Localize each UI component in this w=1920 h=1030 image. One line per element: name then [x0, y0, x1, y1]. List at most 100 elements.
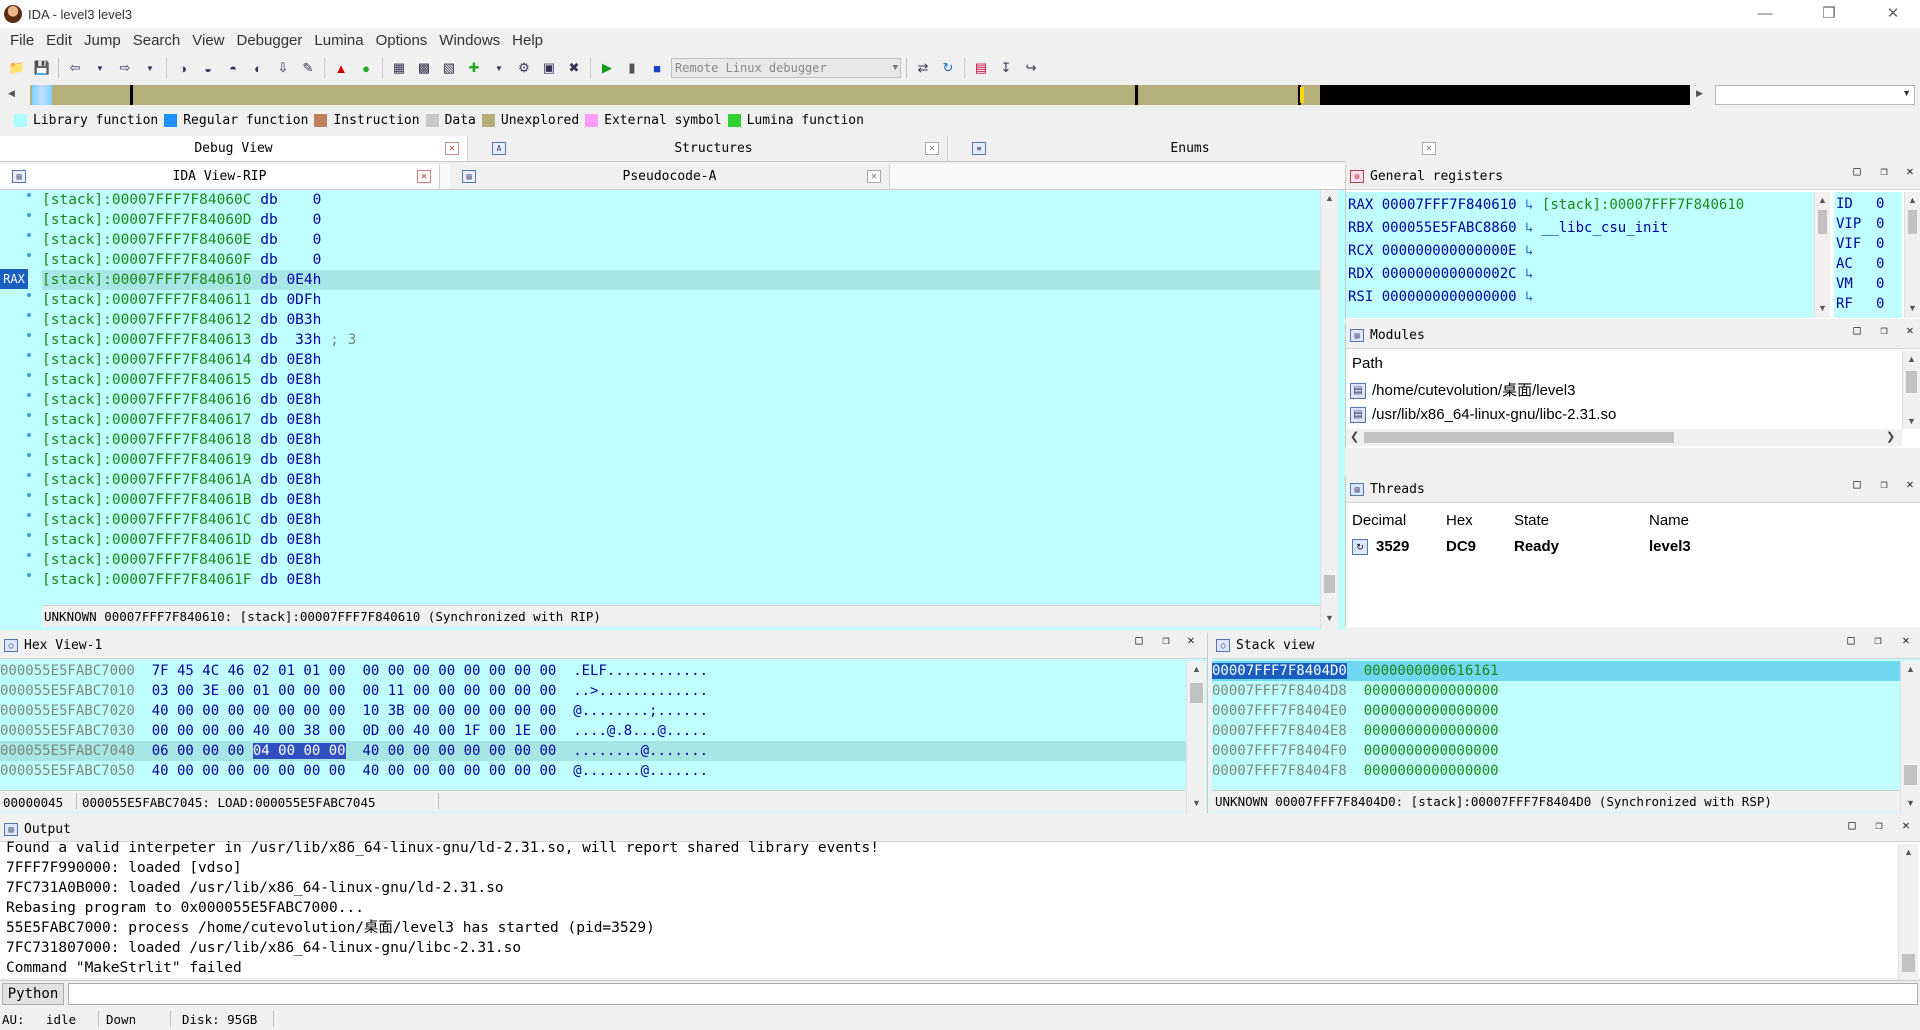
plugin-icon[interactable]: ✚: [463, 57, 485, 79]
hex-row[interactable]: 000055E5FABC7010 03 00 3E 00 01 00 00 00…: [0, 681, 1186, 701]
code-line[interactable]: [stack]:00007FFF7F840615 db 0E8h: [42, 370, 1320, 390]
create-function-icon[interactable]: ▦: [388, 57, 410, 79]
modules-list[interactable]: ▤ /home/cutevolution/桌面/level3 ▤ /usr/lib/x…: [1350, 379, 1900, 427]
breakpoint-dot[interactable]: [27, 353, 31, 357]
float-icon[interactable]: ❐: [1873, 477, 1895, 491]
delete-icon[interactable]: ✖: [563, 57, 585, 79]
hex-row[interactable]: 000055E5FABC7030 00 00 00 00 40 00 38 00…: [0, 721, 1186, 741]
refresh-icon[interactable]: ↻: [937, 57, 959, 79]
tab-debug-view[interactable]: Debug View ✕: [0, 136, 468, 161]
breakpoint-dot[interactable]: [27, 413, 31, 417]
close-icon[interactable]: ✕: [417, 170, 431, 183]
code-line[interactable]: [stack]:00007FFF7F84060D db 0: [42, 210, 1320, 230]
modules-hscrollbar[interactable]: ❮ ❯: [1346, 429, 1902, 446]
patch-icon[interactable]: ✎: [297, 57, 319, 79]
threads-header-hex[interactable]: Hex: [1446, 512, 1473, 529]
register-row[interactable]: RCX 000000000000000E ↳: [1348, 240, 1533, 262]
down-arrow-icon[interactable]: ⇩: [272, 57, 294, 79]
scroll-up-icon[interactable]: ▲: [1899, 844, 1918, 860]
tab-structures[interactable]: A Structures ✕: [480, 136, 948, 161]
code-line[interactable]: [stack]:00007FFF7F84061C db 0E8h: [42, 510, 1320, 530]
scroll-thumb[interactable]: [1364, 432, 1674, 443]
scroll-up-icon[interactable]: ▲: [1903, 351, 1920, 367]
step-into-icon[interactable]: ↧: [995, 57, 1017, 79]
forward-arrow-icon[interactable]: ⇨: [114, 57, 136, 79]
stack-list[interactable]: 00007FFF7F8404D0 0000000000616161 00007FF…: [1212, 661, 1900, 781]
module-row[interactable]: ▤ /home/cutevolution/桌面/level3: [1350, 379, 1900, 403]
struct-icon[interactable]: ▩: [413, 57, 435, 79]
back-arrow-icon[interactable]: ⇦: [64, 57, 86, 79]
register-value[interactable]: 000000000000000E: [1382, 243, 1517, 259]
breakpoint-dot[interactable]: [27, 513, 31, 517]
stack-row[interactable]: 00007FFF7F8404D8 0000000000000000: [1212, 681, 1900, 701]
scroll-thumb[interactable]: [1818, 210, 1827, 234]
scroll-up-icon[interactable]: ▲: [1815, 192, 1830, 208]
disassembly-listing[interactable]: [stack]:00007FFF7F84060C db 0 [stack]:000…: [42, 190, 1320, 600]
jump-arrow-icon[interactable]: ↳: [1517, 220, 1542, 236]
nav-right-arrow-icon[interactable]: ▶: [1696, 88, 1703, 99]
nav-left-arrow-icon[interactable]: ◀: [8, 88, 15, 99]
restore-icon[interactable]: □: [1846, 477, 1868, 491]
code-line[interactable]: [stack]:00007FFF7F840619 db 0E8h: [42, 450, 1320, 470]
pause-icon[interactable]: ▮: [621, 57, 643, 79]
xref-icon[interactable]: ▧: [438, 57, 460, 79]
breakpoint-dot[interactable]: [27, 213, 31, 217]
flag-row[interactable]: VIF 0: [1836, 234, 1900, 254]
code-line[interactable]: [stack]:00007FFF7F84060F db 0: [42, 250, 1320, 270]
float-icon[interactable]: ❐: [1155, 633, 1177, 647]
flags-scrollbar[interactable]: ▲ ▼: [1904, 192, 1920, 318]
code-line[interactable]: [stack]:00007FFF7F84061A db 0E8h: [42, 470, 1320, 490]
stack-row[interactable]: 00007FFF7F8404F0 0000000000000000: [1212, 741, 1900, 761]
flag-row[interactable]: VIP 0: [1836, 214, 1900, 234]
stack-row[interactable]: 00007FFF7F8404E8 0000000000000000: [1212, 721, 1900, 741]
scroll-thumb[interactable]: [1906, 371, 1917, 393]
scroll-thumb[interactable]: [1902, 954, 1915, 972]
jump-arrow-icon[interactable]: ↳: [1517, 266, 1533, 282]
float-icon[interactable]: ❐: [1873, 323, 1895, 337]
scroll-up-icon[interactable]: ▲: [1321, 190, 1338, 206]
hex-row[interactable]: 000055E5FABC7040 06 00 00 00 04 00 00 00…: [0, 741, 1186, 761]
hex-view-scrollbar[interactable]: ▲ ▼: [1186, 661, 1206, 813]
scroll-down-icon[interactable]: ▼: [1903, 413, 1920, 429]
menu-help[interactable]: Help: [506, 32, 549, 49]
menu-options[interactable]: Options: [370, 32, 434, 49]
register-value[interactable]: 00007FFF7F840610: [1382, 197, 1517, 213]
register-value[interactable]: 000000000000002C: [1382, 266, 1517, 282]
scroll-down-icon[interactable]: ▼: [1321, 610, 1338, 626]
hex-row[interactable]: 000055E5FABC7020 40 00 00 00 00 00 00 00…: [0, 701, 1186, 721]
register-row[interactable]: RAX 00007FFF7F840610 ↳ [stack]:00007FFF7…: [1348, 194, 1744, 216]
breakpoint-dot[interactable]: [27, 193, 31, 197]
breakpoint-dot[interactable]: [27, 253, 31, 257]
hex-dump[interactable]: 000055E5FABC7000 7F 45 4C 46 02 01 01 00…: [0, 661, 1186, 781]
search-binary-icon[interactable]: ◐: [247, 57, 269, 79]
register-reference[interactable]: __libc_csu_init: [1542, 220, 1668, 236]
register-value[interactable]: 0000000000000000: [1382, 289, 1517, 305]
attach-icon[interactable]: ⇄: [912, 57, 934, 79]
stack-row[interactable]: 00007FFF7F8404E0 0000000000000000: [1212, 701, 1900, 721]
hex-bytes-selected[interactable]: 04 00 00 00: [252, 743, 346, 759]
menu-lumina[interactable]: Lumina: [308, 32, 369, 49]
jump-arrow-icon[interactable]: ↳: [1517, 197, 1542, 213]
menu-search[interactable]: Search: [127, 32, 187, 49]
breakpoint-dot[interactable]: [27, 433, 31, 437]
scroll-down-icon[interactable]: ▼: [1901, 795, 1920, 811]
scroll-thumb[interactable]: [1908, 210, 1917, 234]
breakpoint-dot[interactable]: [27, 233, 31, 237]
restore-icon[interactable]: □: [1841, 818, 1863, 832]
dropdown-icon[interactable]: ▼: [89, 57, 111, 79]
threads-header-decimal[interactable]: Decimal: [1352, 512, 1406, 529]
stack-view-scrollbar[interactable]: ▲ ▼: [1900, 661, 1920, 813]
breakpoint-dot[interactable]: [27, 473, 31, 477]
scroll-left-icon[interactable]: ❮: [1350, 430, 1359, 443]
hex-row[interactable]: 000055E5FABC7050 40 00 00 00 00 00 00 00…: [0, 761, 1186, 781]
stack-row[interactable]: 00007FFF7F8404F8 0000000000000000: [1212, 761, 1900, 781]
breakpoint-dot[interactable]: [27, 553, 31, 557]
register-row[interactable]: RSI 0000000000000000 ↳: [1348, 286, 1533, 308]
close-icon[interactable]: ✕: [925, 142, 939, 155]
scroll-thumb[interactable]: [1190, 683, 1203, 703]
breakpoint-dot[interactable]: [27, 453, 31, 457]
scroll-down-icon[interactable]: ▼: [1187, 795, 1206, 811]
code-line[interactable]: [stack]:00007FFF7F84061F db 0E8h: [42, 570, 1320, 590]
jump-arrow-icon[interactable]: ↳: [1517, 243, 1533, 259]
module-row[interactable]: ▤ /usr/lib/x86_64-linux-gnu/libc-2.31.so: [1350, 403, 1900, 427]
